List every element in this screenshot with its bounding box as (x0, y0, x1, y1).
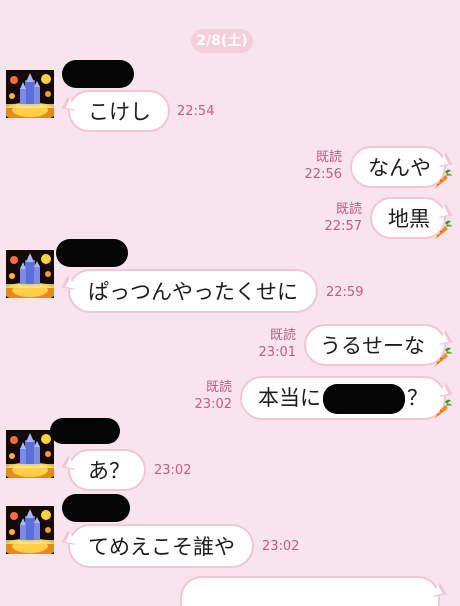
message-time: 22:56 (304, 167, 342, 182)
message-time: 23:02 (194, 397, 232, 412)
read-receipt: 既読 (269, 328, 296, 343)
contact-avatar[interactable] (6, 250, 54, 298)
avatar-image (6, 250, 54, 298)
message-text: なんや (368, 156, 431, 180)
message-bubble-incoming[interactable]: てめえこそ誰や (68, 524, 254, 568)
carrot-icon (430, 219, 454, 243)
redacted-contact-name (50, 418, 120, 444)
contact-avatar[interactable] (6, 430, 54, 478)
message-text: あ？ (88, 459, 130, 483)
redacted-contact-name (56, 239, 128, 267)
message-time: 22:57 (324, 219, 362, 234)
redacted-text (323, 384, 405, 414)
avatar-image (6, 506, 54, 554)
message-bubble-incoming[interactable]: あ？ (68, 449, 146, 491)
message-bubble-outgoing[interactable]: うるせーな (304, 324, 446, 366)
message-time: 23:02 (154, 463, 192, 478)
avatar-image (6, 430, 54, 478)
carrot-icon (430, 398, 454, 422)
message-text: こけし (88, 100, 151, 124)
read-receipt: 既読 (205, 380, 232, 395)
carrot-icon (430, 168, 454, 192)
message-text: うるせーな (320, 334, 425, 358)
message-text: 本当に ？ (258, 382, 428, 414)
message-time: 23:01 (258, 345, 296, 360)
contact-avatar[interactable] (6, 506, 54, 554)
message-text-after: ？ (407, 386, 428, 410)
message-text: 地黒 (388, 207, 430, 231)
message-time: 22:54 (177, 104, 215, 119)
message-time: 23:02 (262, 539, 300, 554)
read-receipt: 既読 (335, 202, 362, 217)
message-text-before: 本当に (258, 386, 321, 410)
date-separator: 2/8(土) (191, 29, 253, 53)
message-text: てめえこそ誰や (88, 535, 235, 559)
redacted-contact-name (62, 60, 134, 88)
message-bubble-incoming[interactable]: ぱっつんやったくせに (68, 269, 318, 313)
carrot-icon (430, 346, 454, 370)
avatar-image (6, 70, 54, 118)
message-bubble-outgoing[interactable]: 本当に ？ (240, 376, 446, 420)
message-bubble-incoming[interactable]: こけし (68, 90, 170, 132)
message-bubble-outgoing-partial[interactable] (180, 576, 440, 606)
message-time: 22:59 (326, 285, 364, 300)
redacted-contact-name (62, 494, 130, 522)
read-receipt: 既読 (315, 150, 342, 165)
message-text: ぱっつんやったくせに (88, 280, 298, 304)
contact-avatar[interactable] (6, 70, 54, 118)
